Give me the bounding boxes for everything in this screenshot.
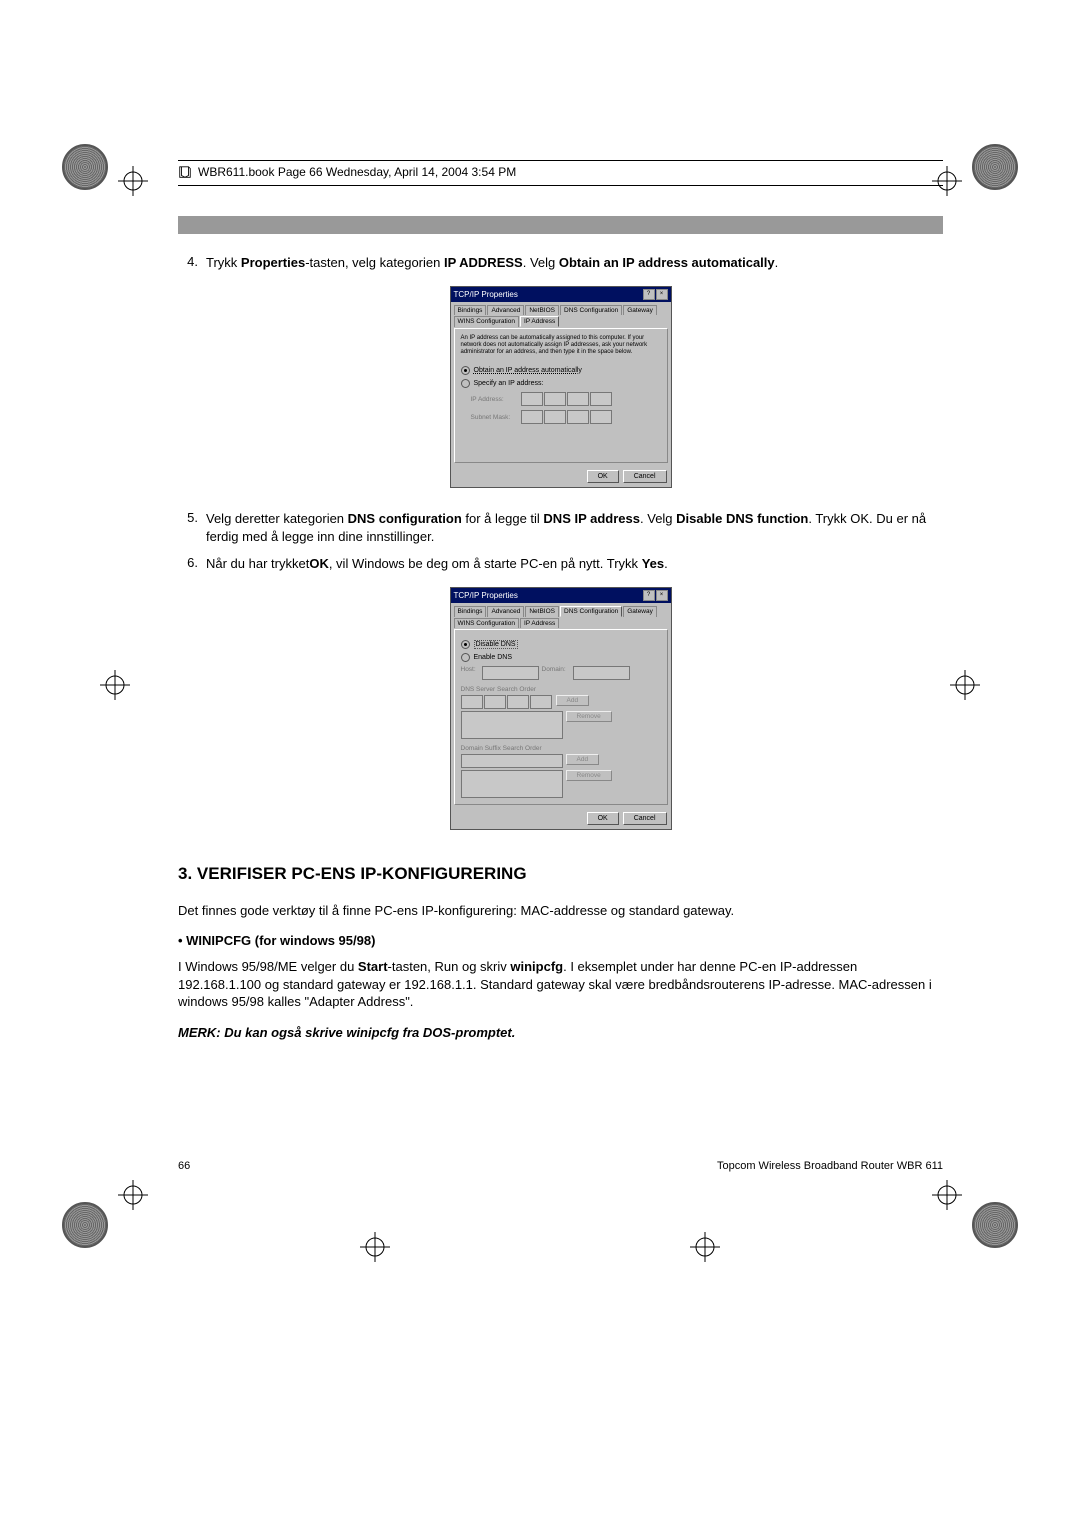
- label-ip-address: IP Address:: [471, 396, 521, 403]
- tab-wins-configuration[interactable]: WINS Configuration: [454, 316, 519, 327]
- radio-enable-dns[interactable]: Enable DNS: [461, 653, 661, 662]
- add-button[interactable]: Add: [556, 695, 590, 706]
- crop-mark-icon: [360, 1232, 390, 1265]
- crop-mark-icon: [118, 1180, 148, 1213]
- cancel-button[interactable]: Cancel: [623, 470, 667, 483]
- header-rule: [178, 185, 943, 186]
- crop-mark-icon: [690, 1232, 720, 1265]
- step-number: 4.: [178, 254, 198, 272]
- tab-dns-configuration[interactable]: DNS Configuration: [560, 305, 622, 315]
- step-4: 4. Trykk Properties-tasten, velg kategor…: [178, 254, 943, 272]
- tab-wins-configuration[interactable]: WINS Configuration: [454, 618, 519, 628]
- radio-obtain-ip-auto[interactable]: Obtain an IP address automatically: [461, 366, 661, 375]
- tab-gateway[interactable]: Gateway: [623, 606, 657, 617]
- crop-mark-icon: [950, 670, 980, 703]
- suffix-input: [461, 754, 563, 768]
- sub-heading: • WINIPCFG (for windows 95/98): [178, 933, 943, 948]
- registration-coin: [62, 1202, 108, 1248]
- label-subnet-mask: Subnet Mask:: [471, 414, 521, 421]
- note: MERK: Du kan også skrive winipcfg fra DO…: [178, 1025, 943, 1040]
- crop-mark-icon: [118, 166, 148, 199]
- label-domain: Domain:: [542, 666, 570, 673]
- ok-button[interactable]: OK: [587, 812, 619, 825]
- tab-ip-address[interactable]: IP Address: [520, 316, 559, 327]
- dns-list: [461, 711, 563, 739]
- tab-bindings[interactable]: Bindings: [454, 606, 487, 617]
- section-bar: [178, 216, 943, 234]
- tab-ip-address[interactable]: IP Address: [520, 618, 559, 628]
- page-number: 66: [178, 1160, 190, 1172]
- section-heading: 3. VERIFISER PC-ENS IP-KONFIGURERING: [178, 864, 943, 884]
- crop-mark-icon: [932, 1180, 962, 1213]
- cancel-button[interactable]: Cancel: [623, 812, 667, 825]
- paragraph: I Windows 95/98/ME velger du Start-taste…: [178, 958, 943, 1011]
- header-text: WBR611.book Page 66 Wednesday, April 14,…: [198, 165, 516, 179]
- dialog-tabs: Bindings Advanced NetBIOS DNS Configurat…: [451, 302, 671, 328]
- step-number: 6.: [178, 555, 198, 573]
- tcpip-properties-dialog-dns: TCP/IP Properties ? × Bindings Advanced …: [450, 587, 672, 830]
- page-footer: 66 Topcom Wireless Broadband Router WBR …: [178, 1160, 943, 1172]
- step-number: 5.: [178, 510, 198, 545]
- tab-netbios[interactable]: NetBIOS: [525, 606, 559, 617]
- registration-coin: [972, 1202, 1018, 1248]
- radio-disable-dns[interactable]: Disable DNS: [461, 640, 661, 649]
- label-suffix-search-order: Domain Suffix Search Order: [461, 745, 661, 752]
- label-dns-search-order: DNS Server Search Order: [461, 686, 661, 693]
- tab-dns-configuration[interactable]: DNS Configuration: [560, 606, 622, 617]
- tab-gateway[interactable]: Gateway: [623, 305, 657, 315]
- tab-bindings[interactable]: Bindings: [454, 305, 487, 315]
- label-host: Host:: [461, 666, 479, 673]
- dialog-hint: An IP address can be automatically assig…: [461, 335, 661, 357]
- ok-button[interactable]: OK: [587, 470, 619, 483]
- radio-specify-ip[interactable]: Specify an IP address:: [461, 379, 661, 388]
- subnet-mask-input: [521, 410, 613, 424]
- remove-button[interactable]: Remove: [566, 711, 612, 722]
- help-icon[interactable]: ?: [643, 590, 655, 601]
- product-name: Topcom Wireless Broadband Router WBR 611: [717, 1160, 943, 1172]
- page-header: WBR611.book Page 66 Wednesday, April 14,…: [178, 163, 943, 185]
- close-icon[interactable]: ×: [656, 590, 668, 601]
- ip-address-input: [521, 392, 613, 406]
- dns-ip-input: [461, 695, 553, 709]
- header-rule: [178, 160, 943, 161]
- paragraph: Det finnes gode verktøy til å finne PC-e…: [178, 902, 943, 920]
- registration-coin: [62, 144, 108, 190]
- dialog-title: TCP/IP Properties: [454, 591, 518, 600]
- close-icon[interactable]: ×: [656, 289, 668, 300]
- suffix-list: [461, 770, 563, 798]
- tab-netbios[interactable]: NetBIOS: [525, 305, 559, 315]
- book-icon: [178, 165, 192, 179]
- step-5: 5. Velg deretter kategorien DNS configur…: [178, 510, 943, 545]
- tcpip-properties-dialog-ipaddress: TCP/IP Properties ? × Bindings Advanced …: [450, 286, 672, 489]
- add-button[interactable]: Add: [566, 754, 600, 765]
- domain-input: [573, 666, 630, 680]
- dialog-title: TCP/IP Properties: [454, 290, 518, 299]
- dialog-tabs: Bindings Advanced NetBIOS DNS Configurat…: [451, 603, 671, 629]
- tab-advanced[interactable]: Advanced: [487, 606, 524, 617]
- remove-button[interactable]: Remove: [566, 770, 612, 781]
- step-6: 6. Når du har trykketOK, vil Windows be …: [178, 555, 943, 573]
- tab-advanced[interactable]: Advanced: [487, 305, 524, 315]
- host-input: [482, 666, 539, 680]
- help-icon[interactable]: ?: [643, 289, 655, 300]
- registration-coin: [972, 144, 1018, 190]
- crop-mark-icon: [100, 670, 130, 703]
